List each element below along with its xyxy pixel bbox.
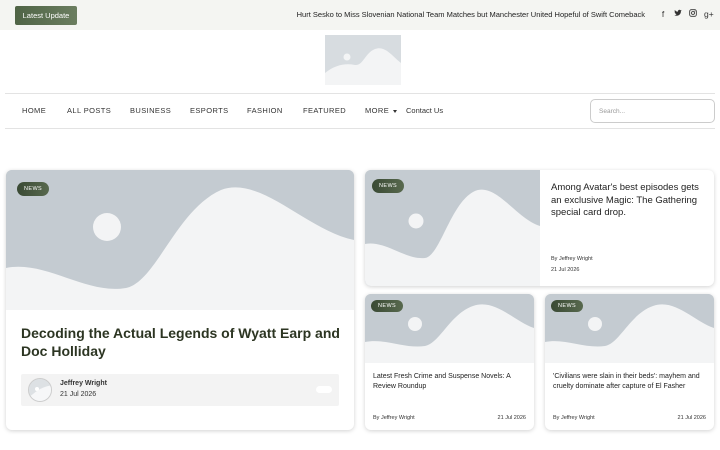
nav-business[interactable]: BUSINESS bbox=[130, 106, 171, 115]
featured-title[interactable]: Decoding the Actual Legends of Wyatt Ear… bbox=[21, 324, 341, 360]
latest-update-button[interactable]: Latest Update bbox=[15, 6, 77, 25]
article-date: 21 Jul 2026 bbox=[677, 415, 706, 421]
article-author[interactable]: By Jeffrey Wright bbox=[551, 256, 593, 262]
avatar bbox=[28, 378, 52, 402]
author-name[interactable]: Jeffrey Wright bbox=[60, 380, 107, 387]
social-links: f g+ bbox=[659, 8, 714, 20]
nav-featured[interactable]: FEATURED bbox=[303, 106, 346, 115]
nav-esports[interactable]: ESPORTS bbox=[190, 106, 229, 115]
article-author[interactable]: By Jeffrey Wright bbox=[373, 415, 415, 421]
nav-more[interactable]: MORE bbox=[365, 106, 398, 115]
author-box: Jeffrey Wright 21 Jul 2026 bbox=[21, 374, 339, 406]
site-logo[interactable] bbox=[325, 35, 401, 85]
article-card[interactable]: NEWS Among Avatar's best episodes gets a… bbox=[365, 170, 714, 286]
article-card[interactable]: NEWS 'Civilians were slain in their beds… bbox=[545, 294, 714, 430]
nav-all-posts[interactable]: ALL POSTS bbox=[67, 106, 111, 115]
article-title[interactable]: 'Civilians were slain in their beds': ma… bbox=[553, 372, 708, 391]
top-bar: Latest Update Hurt Sesko to Miss Sloveni… bbox=[0, 0, 720, 30]
nav-home[interactable]: HOME bbox=[22, 106, 46, 115]
article-title[interactable]: Among Avatar's best episodes gets an exc… bbox=[551, 182, 701, 220]
article-date: 21 Jul 2026 bbox=[497, 415, 526, 421]
article-title[interactable]: Latest Fresh Crime and Suspense Novels: … bbox=[373, 372, 528, 391]
instagram-icon[interactable] bbox=[689, 8, 697, 20]
category-badge[interactable]: NEWS bbox=[372, 179, 405, 193]
twitter-icon[interactable] bbox=[674, 8, 682, 20]
category-badge[interactable]: NEWS bbox=[17, 182, 50, 196]
comment-pill[interactable] bbox=[316, 386, 332, 393]
nav-contact-us[interactable]: Contact Us bbox=[406, 106, 443, 115]
article-date: 21 Jul 2026 bbox=[551, 267, 580, 273]
category-badge[interactable]: NEWS bbox=[371, 300, 404, 312]
news-ticker[interactable]: Hurt Sesko to Miss Slovenian National Te… bbox=[297, 10, 645, 19]
search-input[interactable] bbox=[590, 99, 715, 123]
category-badge[interactable]: NEWS bbox=[551, 300, 584, 312]
chevron-down-icon bbox=[393, 109, 398, 113]
article-card[interactable]: NEWS Latest Fresh Crime and Suspense Nov… bbox=[365, 294, 534, 430]
nav-fashion[interactable]: FASHION bbox=[247, 106, 283, 115]
facebook-icon[interactable]: f bbox=[659, 8, 667, 20]
google-plus-icon[interactable]: g+ bbox=[704, 8, 714, 20]
post-date: 21 Jul 2026 bbox=[60, 391, 97, 398]
nav-more-label: MORE bbox=[365, 106, 390, 115]
article-author[interactable]: By Jeffrey Wright bbox=[553, 415, 595, 421]
featured-image bbox=[6, 170, 354, 310]
